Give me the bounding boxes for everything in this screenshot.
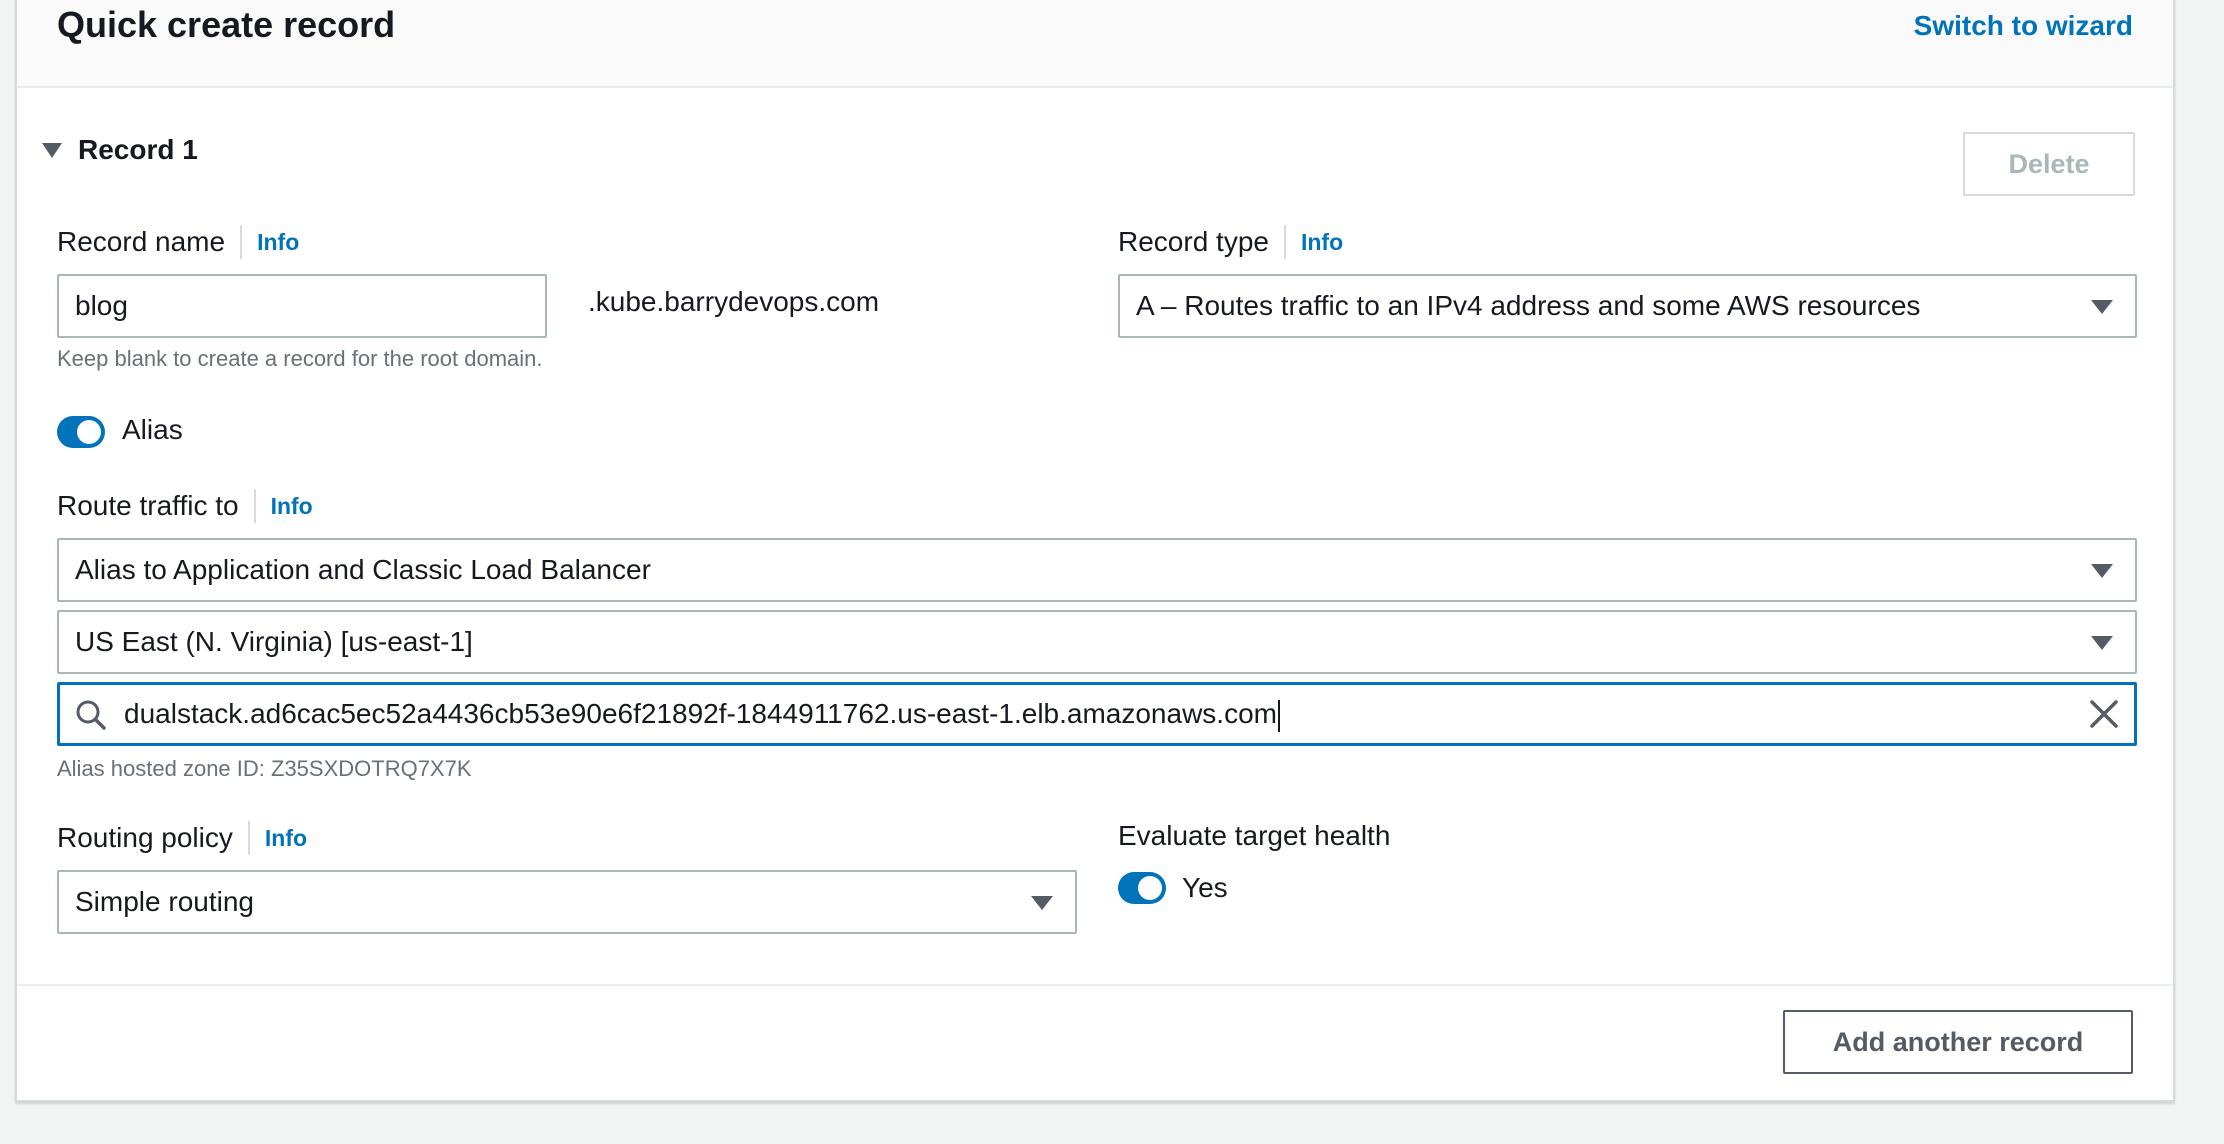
record-name-hint: Keep blank to create a record for the ro… [57,346,543,371]
endpoint-type-value: Alias to Application and Classic Load Ba… [75,554,651,585]
evaluate-health-label: Evaluate target health [1118,820,1391,851]
panel-header: Quick create record Switch to wizard [17,0,2173,88]
text-cursor [1277,699,1280,732]
record-name-info-link[interactable]: Info [240,225,299,259]
page-title: Quick create record [57,4,396,45]
switch-to-wizard-link[interactable]: Switch to wizard [1914,10,2133,42]
add-another-record-button[interactable]: Add another record [1783,1010,2133,1074]
domain-suffix: .kube.barrydevops.com [588,286,880,317]
search-value-wrap: dualstack.ad6cac5ec52a4436cb53e90e6f2189… [124,685,1280,743]
routing-policy-info-link[interactable]: Info [247,821,307,855]
hosted-zone-hint: Alias hosted zone ID: Z35SXDOTRQ7X7K [57,756,472,781]
route-traffic-label: Route traffic to [57,490,239,521]
alias-toggle[interactable] [57,416,105,448]
delete-button[interactable]: Delete [1963,132,2135,196]
record-type-value: A – Routes traffic to an IPv4 address an… [1136,290,1921,321]
route-traffic-label-row: Route traffic to Info [57,486,313,526]
record-section-toggle[interactable]: Record 1 [42,134,198,166]
region-select[interactable]: US East (N. Virginia) [us-east-1] [57,610,2137,674]
clear-icon[interactable] [2088,698,2120,730]
record-type-label-row: Record type Info [1118,222,1343,262]
panel-footer: Add another record [17,984,2173,1100]
toggle-knob [1138,876,1162,900]
record-section-title: Record 1 [78,134,198,165]
caret-down-icon [1031,896,1053,910]
chevron-down-icon [42,142,62,158]
record-name-label-row: Record name Info [57,222,299,262]
search-value: dualstack.ad6cac5ec52a4436cb53e90e6f2189… [124,698,1277,729]
endpoint-type-select[interactable]: Alias to Application and Classic Load Ba… [57,538,2137,602]
routing-policy-label-row: Routing policy Info [57,818,307,858]
search-icon [76,700,106,730]
record-name-value: blog [75,290,128,321]
routing-policy-value: Simple routing [75,886,254,917]
record-type-select[interactable]: A – Routes traffic to an IPv4 address an… [1118,274,2137,338]
record-name-label: Record name [57,226,226,257]
record-type-info-link[interactable]: Info [1283,225,1343,259]
quick-create-panel: Quick create record Switch to wizard Rec… [15,0,2175,1102]
routing-policy-label: Routing policy [57,822,233,853]
routing-policy-select[interactable]: Simple routing [57,870,1077,934]
caret-down-icon [2091,636,2113,650]
record-type-label: Record type [1118,226,1269,257]
region-value: US East (N. Virginia) [us-east-1] [75,626,473,657]
route-traffic-info-link[interactable]: Info [253,489,313,523]
evaluate-health-toggle[interactable] [1118,872,1166,904]
caret-down-icon [2091,300,2113,314]
evaluate-health-toggle-label: Yes [1182,872,1228,903]
load-balancer-search-input[interactable]: dualstack.ad6cac5ec52a4436cb53e90e6f2189… [57,682,2137,746]
toggle-knob [77,420,101,444]
caret-down-icon [2091,564,2113,578]
alias-label: Alias [122,414,183,445]
record-name-input[interactable]: blog [57,274,547,338]
